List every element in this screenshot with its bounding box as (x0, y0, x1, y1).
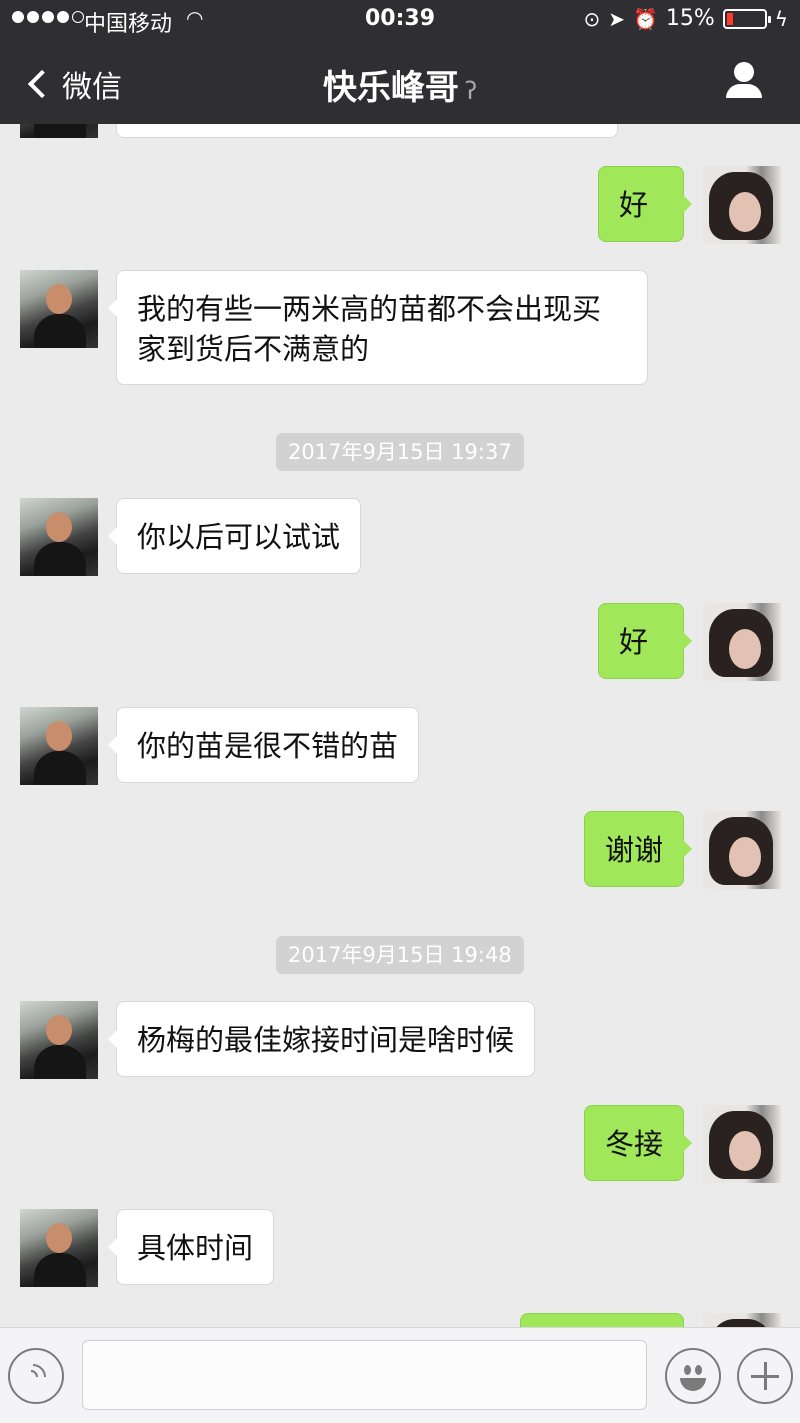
my-avatar[interactable] (703, 603, 781, 681)
rotation-lock-icon: ⊙ (583, 6, 601, 31)
message-bubble-outgoing[interactable]: 谢谢 (584, 811, 693, 887)
my-avatar[interactable] (703, 1105, 781, 1183)
message-bubble-incoming[interactable]: 你以后可以试试 (107, 498, 362, 574)
message-list[interactable]: 好 我的有些一两米高的苗都不会出现买家到货后不满意的 2017年9月15日 19… (0, 124, 800, 1327)
message-input[interactable] (82, 1340, 647, 1410)
status-bar: 中国移动 ◠ 00:39 ⊙ ➤ ⏰ 15% ϟ (0, 0, 800, 40)
my-avatar[interactable] (703, 1313, 781, 1327)
my-avatar[interactable] (703, 166, 781, 244)
battery-icon (722, 8, 771, 29)
message-bubble-incoming[interactable]: 我的有些一两米高的苗都不会出现买家到货后不满意的 (108, 270, 648, 385)
message-bubble-incoming[interactable]: 杨梅的最佳嫁接时间是啥时候 (107, 1001, 536, 1077)
timestamp-divider: 2017年9月15日 19:37 (276, 433, 524, 471)
message-bubble-outgoing[interactable]: 好 (598, 166, 692, 242)
location-icon: ➤ (608, 6, 625, 31)
nav-bar: 微信 快乐峰哥 ʔ (0, 40, 800, 124)
alarm-icon: ⏰ (632, 6, 658, 31)
contact-avatar[interactable] (20, 270, 98, 348)
chat-title: 快乐峰哥 ʔ (0, 60, 800, 109)
plus-icon[interactable] (737, 1348, 793, 1404)
contact-avatar[interactable] (20, 1001, 98, 1079)
message-bubble-outgoing[interactable] (520, 1313, 684, 1327)
contact-name: 快乐峰哥 (322, 68, 459, 108)
my-avatar[interactable] (703, 811, 781, 889)
timestamp-divider: 2017年9月15日 19:48 (276, 936, 524, 974)
contact-avatar[interactable] (20, 498, 98, 576)
message-bubble-outgoing[interactable]: 冬接 (584, 1105, 693, 1181)
contact-avatar[interactable] (20, 707, 98, 785)
message-bubble-incoming[interactable]: 你的苗是很不错的苗 (107, 707, 420, 783)
voice-icon[interactable] (8, 1348, 64, 1404)
charging-icon: ϟ (774, 6, 788, 31)
contact-avatar[interactable] (20, 124, 98, 138)
chat-info-button[interactable] (724, 62, 764, 102)
message-bubble-outgoing[interactable]: 好 (598, 603, 692, 679)
contact-avatar[interactable] (20, 1209, 98, 1287)
message-bubble-incoming[interactable]: 具体时间 (107, 1209, 275, 1285)
emoji-icon[interactable] (665, 1348, 721, 1404)
battery-percent: 15% (665, 6, 715, 31)
person-icon (734, 62, 754, 82)
message-bubble-incoming[interactable] (116, 124, 618, 138)
input-bar (0, 1327, 800, 1423)
ear-icon: ʔ (464, 77, 478, 105)
